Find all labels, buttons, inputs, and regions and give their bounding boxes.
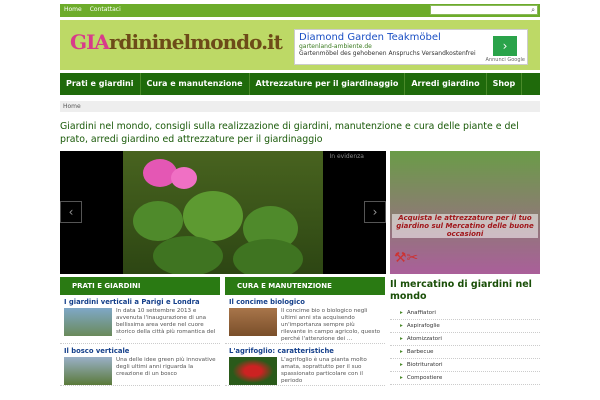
article-title[interactable]: Il bosco verticale (64, 347, 220, 355)
breadcrumb[interactable]: Home (60, 101, 540, 112)
article-item: L'agrifoglio: caratteristiche L'agrifogl… (225, 347, 385, 386)
nav-shop[interactable]: Shop (487, 73, 523, 95)
ad-url[interactable]: gartenland-ambiente.de (299, 43, 523, 50)
article-title[interactable]: I giardini verticali a Parigi e Londra (64, 298, 220, 306)
article-excerpt: Una delle idee green più innovative degl… (116, 357, 216, 377)
sidebar-title: Il mercatino di giardini nel mondo (390, 279, 532, 302)
sidebar-item[interactable]: Anaffiatori (390, 307, 540, 320)
top-link-home[interactable]: Home (64, 6, 82, 13)
slider-prev-icon[interactable]: ‹ (60, 201, 82, 223)
top-link-contact[interactable]: Contattaci (90, 6, 121, 13)
site-logo[interactable]: GIArdininelmondo.it (70, 30, 283, 54)
sidebar-item[interactable]: Biotrituratori (390, 359, 540, 372)
article-item: I giardini verticali a Parigi e Londra I… (60, 298, 220, 344)
nav-prati[interactable]: Prati e giardini (60, 73, 141, 95)
google-ad[interactable]: Diamond Garden Teakmöbel gartenland-ambi… (294, 29, 528, 65)
column-prati: PRATI E GIARDINI I giardini verticali a … (60, 277, 220, 386)
ad-google-label: Annunci Google (485, 57, 525, 63)
column-header[interactable]: CURA E MANUTENZIONE (225, 277, 385, 295)
mercatino-sidebar: Il mercatino di giardini nel mondo Anaff… (390, 279, 540, 385)
main-nav: Prati e giardini Cura e manutenzione Att… (60, 73, 540, 95)
ad-arrow-icon[interactable]: › (493, 36, 517, 56)
sidebar-item[interactable]: Atomizzatori (390, 333, 540, 346)
slider-next-icon[interactable]: › (364, 201, 386, 223)
article-item: Il concime biologico Il concime bio o bi… (225, 298, 385, 344)
article-excerpt: In data 10 settembre 2013 e avvenuta l'i… (116, 308, 216, 342)
nav-arredi[interactable]: Arredi giardino (405, 73, 487, 95)
mercatino-banner[interactable]: Acquista le attrezzature per il tuo giar… (390, 151, 540, 274)
sidebar-item[interactable]: Compostiere (390, 372, 540, 385)
nav-cura[interactable]: Cura e manutenzione (141, 73, 250, 95)
article-excerpt: L'agrifoglio è una pianta molto amata, s… (281, 357, 367, 384)
article-item: Il bosco verticale Una delle idee green … (60, 347, 220, 386)
ad-description: Gartenmöbel des gehobenen Anspruchs Vers… (299, 50, 476, 57)
article-title[interactable]: Il concime biologico (229, 298, 385, 306)
sidebar-list: Anaffiatori Aspirafoglie Atomizzatori Ba… (390, 307, 540, 385)
intro-text: Giardini nel mondo, consigli sulla reali… (60, 121, 519, 145)
article-excerpt: Il concime bio o biologico negli ultimi … (281, 308, 381, 342)
search-input[interactable]: ⌕ (430, 5, 538, 15)
search-icon[interactable]: ⌕ (531, 6, 535, 15)
sidebar-item[interactable]: Barbecue (390, 346, 540, 359)
nav-attrezzature[interactable]: Attrezzature per il giardinaggio (250, 73, 406, 95)
article-thumbnail[interactable] (64, 308, 112, 336)
header: GIArdininelmondo.it Diamond Garden Teakm… (60, 20, 540, 70)
banner-text: Acquista le attrezzature per il tuo giar… (392, 214, 538, 238)
slider-label: In evidenza (329, 153, 364, 160)
column-header[interactable]: PRATI E GIARDINI (60, 277, 220, 295)
article-thumbnail[interactable] (64, 357, 112, 385)
featured-slider[interactable]: In evidenza ‹ › (60, 151, 386, 274)
column-cura: CURA E MANUTENZIONE Il concime biologico… (225, 277, 385, 386)
top-bar: Home Contattaci ⌕ (60, 4, 540, 17)
sidebar-item[interactable]: Aspirafoglie (390, 320, 540, 333)
tools-icon: ⚒✂ (394, 250, 419, 266)
slider-image[interactable] (123, 151, 323, 274)
article-title[interactable]: L'agrifoglio: caratteristiche (229, 347, 385, 355)
article-thumbnail[interactable] (229, 357, 277, 385)
article-thumbnail[interactable] (229, 308, 277, 336)
top-nav: Home Contattaci (64, 6, 121, 13)
ad-title[interactable]: Diamond Garden Teakmöbel (299, 32, 523, 43)
